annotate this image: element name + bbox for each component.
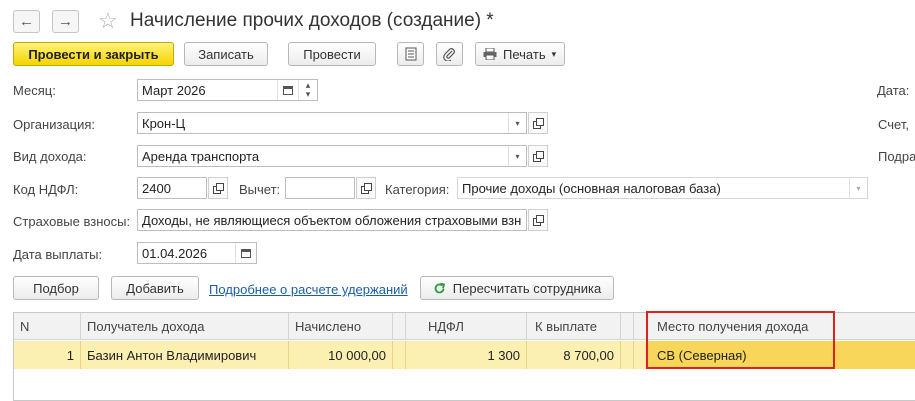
column-header-recipient[interactable]: Получатель дохода <box>81 313 289 340</box>
ndfl-code-label: Код НДФЛ: <box>13 182 79 197</box>
deduction-field[interactable] <box>285 177 355 199</box>
deduction-label: Вычет: <box>239 182 281 197</box>
favorite-star-icon[interactable]: ☆ <box>98 8 118 34</box>
chevron-down-icon[interactable]: ▾ <box>849 178 867 198</box>
organization-value: Крон-Ц <box>142 115 186 131</box>
attachment-button[interactable] <box>436 42 463 66</box>
open-form-icon <box>532 117 544 129</box>
open-form-icon <box>532 214 544 226</box>
forward-button[interactable]: → <box>52 10 79 33</box>
organization-label: Организация: <box>13 117 96 132</box>
income-type-value: Аренда транспорта <box>142 148 260 164</box>
stepper-down-icon[interactable]: ▾ <box>306 90 311 99</box>
post-button[interactable]: Провести <box>288 42 376 66</box>
open-form-icon <box>360 182 372 194</box>
organization-field[interactable]: Крон-Ц ▾ <box>137 112 527 134</box>
cell-ndfl[interactable]: 1 300 <box>406 341 527 369</box>
chevron-down-icon[interactable]: ▾ <box>508 113 526 133</box>
insurance-label: Страховые взносы: <box>13 214 131 229</box>
chevron-down-icon[interactable]: ▾ <box>508 146 526 166</box>
select-button[interactable]: Подбор <box>13 276 99 300</box>
deduction-details-link[interactable]: Подробнее о расчете удержаний <box>209 282 408 297</box>
open-deduction-button[interactable] <box>356 177 376 199</box>
refresh-icon <box>434 282 445 293</box>
cell-accrued[interactable]: 10 000,00 <box>289 341 393 369</box>
open-form-icon <box>212 182 224 194</box>
insurance-value: Доходы, не являющиеся объектом обложения… <box>142 212 522 228</box>
income-type-field[interactable]: Аренда транспорта ▾ <box>137 145 527 167</box>
recalculate-label: Пересчитать сотрудника <box>452 280 602 296</box>
calendar-icon[interactable] <box>235 243 256 263</box>
column-header-accrued[interactable]: Начислено <box>289 313 393 340</box>
month-value: Март 2026 <box>142 82 206 98</box>
back-arrow-icon: ← <box>19 13 34 30</box>
highlight-frame <box>646 311 835 369</box>
insurance-field[interactable]: Доходы, не являющиеся объектом обложения… <box>137 209 527 231</box>
save-button[interactable]: Записать <box>184 42 268 66</box>
open-form-icon <box>532 150 544 162</box>
category-field[interactable]: Прочие доходы (основная налоговая база) … <box>457 177 868 199</box>
open-insurance-button[interactable] <box>528 209 548 231</box>
open-ndfl-code-button[interactable] <box>208 177 228 199</box>
column-header-n[interactable]: N <box>14 313 81 340</box>
recalculate-employee-button[interactable]: Пересчитать сотрудника <box>420 276 614 300</box>
report-button[interactable] <box>397 42 424 66</box>
page-title: Начисление прочих доходов (создание) * <box>130 10 494 31</box>
column-header-ndfl[interactable]: НДФЛ <box>406 313 527 340</box>
cell-spacer <box>621 341 634 369</box>
payment-date-field[interactable]: 01.04.2026 <box>137 242 257 264</box>
open-organization-button[interactable] <box>528 112 548 134</box>
print-label: Печать <box>503 46 546 62</box>
add-button[interactable]: Добавить <box>111 276 199 300</box>
column-header-payout[interactable]: К выплате <box>527 313 621 340</box>
category-label: Категория: <box>385 182 450 197</box>
print-button[interactable]: Печать ▾ <box>475 42 565 66</box>
open-income-type-button[interactable] <box>528 145 548 167</box>
post-and-close-button[interactable]: Провести и закрыть <box>13 42 174 66</box>
cell-spacer <box>393 341 406 369</box>
cell-n[interactable]: 1 <box>14 341 81 369</box>
payment-date-value: 01.04.2026 <box>142 245 208 261</box>
paperclip-icon <box>443 47 455 61</box>
back-button[interactable]: ← <box>13 10 40 33</box>
payment-date-label: Дата выплаты: <box>13 247 103 262</box>
column-header-spacer <box>621 313 634 340</box>
ndfl-code-value: 2400 <box>142 180 171 196</box>
month-stepper[interactable]: ▴ ▾ <box>298 80 317 100</box>
month-field[interactable]: Март 2026 ▴ ▾ <box>137 79 318 101</box>
printer-icon <box>483 48 497 60</box>
chevron-down-icon: ▾ <box>551 48 557 59</box>
report-icon <box>405 47 416 61</box>
calendar-icon[interactable] <box>277 80 298 100</box>
date-label: Дата: <box>877 83 910 98</box>
column-header-spacer <box>393 313 406 340</box>
account-label: Счет, <box>878 117 909 132</box>
category-value: Прочие доходы (основная налоговая база) <box>462 180 721 196</box>
cell-recipient[interactable]: Базин Антон Владимирович <box>81 341 289 369</box>
income-type-label: Вид дохода: <box>13 149 87 164</box>
division-label: Подра <box>878 149 915 164</box>
month-label: Месяц: <box>13 83 56 98</box>
forward-arrow-icon: → <box>58 13 73 30</box>
cell-payout[interactable]: 8 700,00 <box>527 341 621 369</box>
ndfl-code-field[interactable]: 2400 <box>137 177 207 199</box>
